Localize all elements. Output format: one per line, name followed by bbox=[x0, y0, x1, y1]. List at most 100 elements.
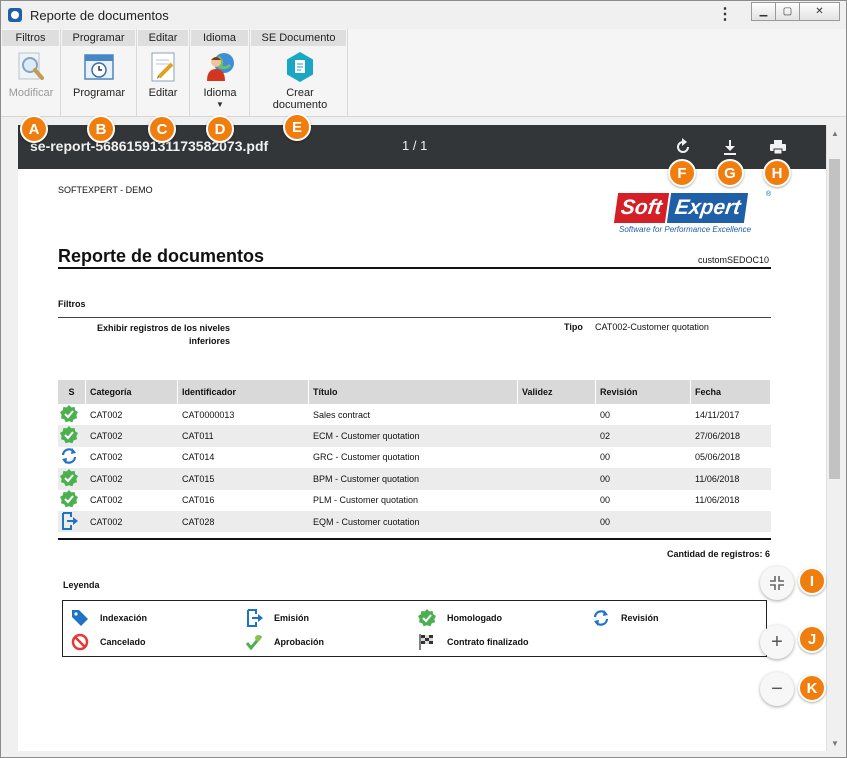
scroll-thumb[interactable] bbox=[829, 159, 840, 479]
minus-icon: − bbox=[771, 677, 783, 700]
report-window: Reporte de documentos ⋮ ▁ ▢ ✕ Filtros Mo… bbox=[0, 0, 847, 758]
homologado-icon bbox=[60, 404, 78, 425]
legend-heading: Leyenda bbox=[63, 580, 100, 590]
programar-label: Programar bbox=[73, 87, 125, 99]
homologado-icon bbox=[60, 426, 78, 446]
group-title-editar: Editar bbox=[138, 30, 188, 46]
callout-a: A bbox=[20, 115, 48, 143]
callout-j: J bbox=[798, 625, 826, 653]
table-divider bbox=[58, 538, 771, 540]
zoom-in-button[interactable]: + bbox=[760, 625, 794, 659]
callout-d: D bbox=[206, 115, 234, 143]
print-icon[interactable] bbox=[768, 137, 788, 157]
col-validez: Validez bbox=[518, 380, 596, 404]
idioma-label: Idioma bbox=[203, 87, 237, 99]
callout-c: C bbox=[148, 115, 176, 143]
page-indicator: 1 / 1 bbox=[402, 138, 428, 153]
group-title-idioma: Idioma bbox=[191, 30, 248, 46]
title-bar: Reporte de documentos ⋮ ▁ ▢ ✕ bbox=[1, 1, 846, 29]
report-code: customSEDOC10 bbox=[698, 255, 770, 265]
revision-icon bbox=[592, 609, 610, 627]
zoom-out-button[interactable]: − bbox=[760, 672, 794, 706]
editar-label: Editar bbox=[148, 87, 178, 99]
ribbon-group-editar: Editar Editar bbox=[137, 29, 190, 117]
pdf-page: SOFTEXPERT - DEMO Soft Expert ® Software… bbox=[18, 169, 826, 751]
fit-page-button[interactable] bbox=[760, 566, 794, 600]
idioma-button[interactable]: Idioma ▼ bbox=[192, 51, 248, 109]
plus-icon: + bbox=[771, 630, 783, 653]
legend-item-revision: Revisión bbox=[592, 609, 659, 627]
legend: Indexación Emisión Homologado Revisión C… bbox=[62, 600, 767, 657]
group-title-programar: Programar bbox=[62, 30, 135, 46]
callout-f: F bbox=[668, 159, 696, 187]
report-title: Reporte de documentos bbox=[58, 246, 265, 266]
filter-tipo-label: Tipo bbox=[564, 322, 583, 332]
homologado-icon bbox=[60, 490, 78, 510]
emision-icon bbox=[60, 511, 78, 532]
legend-item-indexacion: Indexación bbox=[71, 609, 147, 627]
legend-item-contrato-finalizado: Contrato finalizado bbox=[418, 633, 529, 651]
legend-item-cancelado: Cancelado bbox=[71, 633, 146, 651]
ribbon-toolbar: Filtros Modificar Programar Programar Ed… bbox=[1, 29, 846, 117]
window-controls: ▁ ▢ ✕ bbox=[751, 2, 840, 21]
vertical-scrollbar[interactable]: ▲ ▼ bbox=[826, 125, 842, 751]
pdf-filename: se-report-5686159131173582073.pdf bbox=[30, 138, 269, 154]
modificar-label: Modificar bbox=[8, 87, 54, 99]
approval-icon bbox=[245, 633, 263, 651]
col-titulo: Título bbox=[309, 380, 518, 404]
ribbon-group-programar: Programar Programar bbox=[61, 29, 137, 117]
filter-tipo-value: CAT002-Customer quotation bbox=[595, 322, 709, 332]
calendar-clock-icon bbox=[83, 51, 115, 83]
scroll-down-icon[interactable]: ▼ bbox=[830, 739, 840, 749]
ribbon-group-se-documento: SE Documento Crear documento bbox=[250, 29, 348, 117]
edit-document-icon bbox=[147, 51, 179, 83]
col-fecha: Fecha bbox=[691, 380, 771, 404]
ribbon-group-filtros: Filtros Modificar bbox=[1, 29, 61, 117]
callout-i: I bbox=[798, 567, 826, 595]
collapse-icon bbox=[770, 576, 784, 590]
col-identificador: Identificador bbox=[178, 380, 309, 404]
download-icon[interactable] bbox=[720, 137, 740, 157]
programar-button[interactable]: Programar bbox=[71, 51, 127, 99]
table-header: S Categoría Identificador Título Validez… bbox=[58, 380, 771, 404]
table-row: CAT002 CAT014 GRC - Customer quotation 0… bbox=[58, 447, 771, 468]
scroll-up-icon[interactable]: ▲ bbox=[830, 129, 840, 139]
callout-e: E bbox=[283, 113, 311, 141]
filters-divider bbox=[58, 317, 771, 318]
homologado-icon bbox=[418, 609, 436, 627]
title-divider bbox=[58, 267, 771, 269]
legend-item-homologado: Homologado bbox=[418, 609, 502, 627]
table-row: CAT002 CAT016 PLM - Customer quotation 0… bbox=[58, 490, 771, 511]
group-title-filtros: Filtros bbox=[2, 30, 59, 46]
callout-g: G bbox=[716, 159, 744, 187]
more-options-icon[interactable]: ⋮ bbox=[717, 5, 733, 25]
group-title-se-documento: SE Documento bbox=[251, 30, 346, 46]
pdf-viewer-toolbar: se-report-5686159131173582073.pdf 1 / 1 bbox=[18, 125, 826, 169]
ribbon-group-idioma: Idioma Idioma ▼ bbox=[190, 29, 250, 117]
callout-b: B bbox=[87, 115, 115, 143]
table-row: CAT002 CAT0000013 Sales contract 00 14/1… bbox=[58, 404, 771, 425]
filter-subordinates-label: Exhibir registros de los niveles inferio… bbox=[96, 323, 230, 346]
revision-icon bbox=[60, 448, 78, 467]
create-document-icon bbox=[284, 51, 316, 83]
editar-button[interactable]: Editar bbox=[135, 51, 191, 99]
chevron-down-icon[interactable]: ▼ bbox=[192, 100, 248, 109]
softexpert-logo: Soft Expert ® Software for Performance E… bbox=[613, 191, 772, 237]
minimize-button[interactable]: ▁ bbox=[751, 2, 776, 21]
record-count: Cantidad de registros: 6 bbox=[666, 549, 770, 559]
close-button[interactable]: ✕ bbox=[799, 2, 840, 21]
magnifier-icon bbox=[15, 51, 47, 83]
crear-documento-button[interactable]: Crear documento bbox=[260, 51, 340, 111]
maximize-button[interactable]: ▢ bbox=[775, 2, 800, 21]
rotate-icon[interactable] bbox=[673, 137, 693, 157]
col-s: S bbox=[58, 380, 86, 404]
documents-table: S Categoría Identificador Título Validez… bbox=[58, 380, 771, 533]
modificar-button[interactable]: Modificar bbox=[3, 51, 59, 99]
col-categoria: Categoría bbox=[86, 380, 178, 404]
emision-icon bbox=[245, 609, 263, 627]
filters-heading: Filtros bbox=[58, 299, 86, 309]
checkered-flag-icon bbox=[418, 633, 436, 651]
language-globe-icon bbox=[204, 51, 236, 83]
legend-item-emision: Emisión bbox=[245, 609, 309, 627]
homologado-icon bbox=[60, 468, 78, 489]
